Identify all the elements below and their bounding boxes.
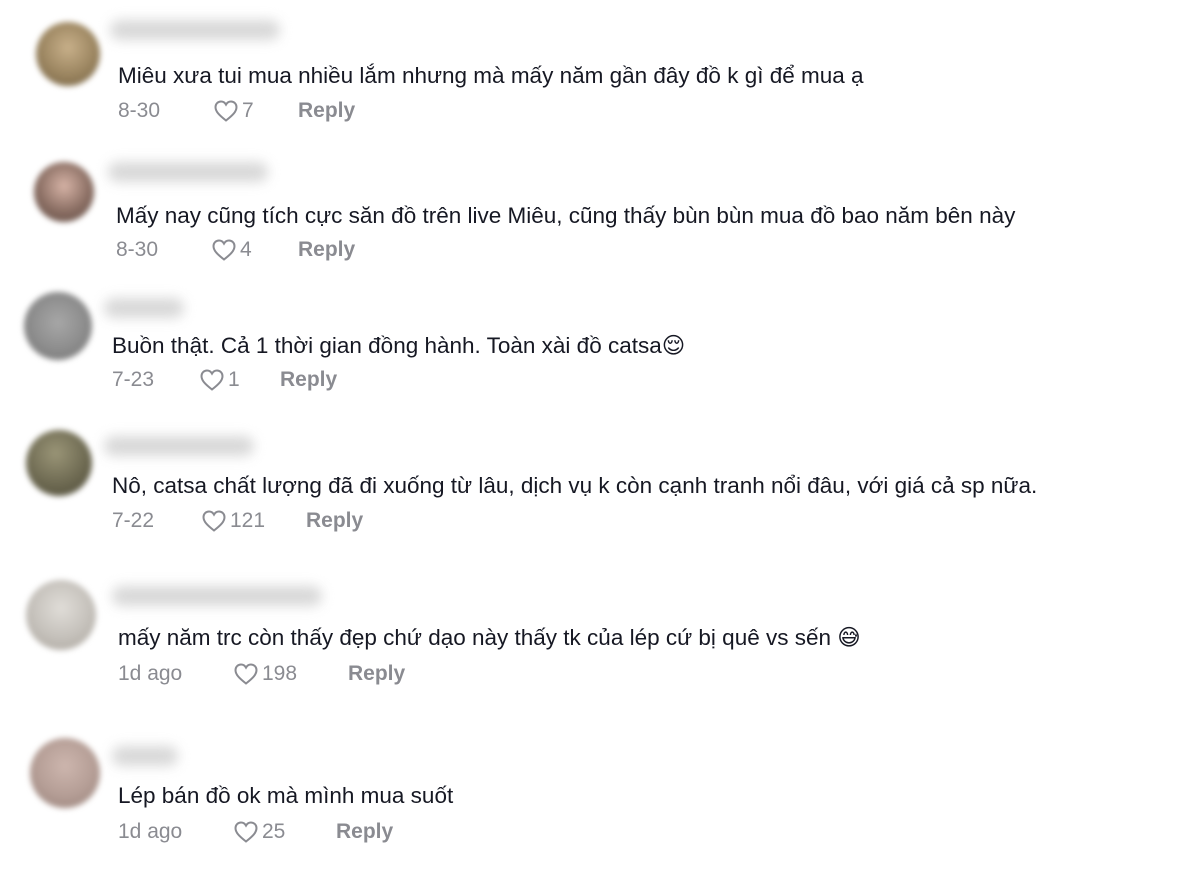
comment-item: Mấy nay cũng tích cực săn đồ trên live M… bbox=[0, 140, 1200, 280]
comment-date: 8-30 bbox=[118, 99, 161, 122]
avatar[interactable] bbox=[36, 22, 100, 86]
heart-outline-icon bbox=[202, 510, 226, 532]
heart-outline-icon bbox=[234, 663, 258, 685]
comment-date: 1d ago bbox=[118, 662, 183, 685]
comment-text-body: mấy năm trc còn thấy đẹp chứ dạo này thấ… bbox=[118, 625, 832, 650]
relieved-face-emoji: 😌 bbox=[661, 333, 686, 359]
heart-outline-icon bbox=[200, 369, 224, 391]
like-button[interactable]: 4 bbox=[212, 237, 298, 263]
comment-text: Lép bán đồ ok mà mình mua suốt bbox=[118, 783, 454, 808]
avatar[interactable] bbox=[34, 162, 94, 222]
comment-date: 7-22 bbox=[112, 509, 155, 532]
username-blurred[interactable] bbox=[112, 586, 322, 606]
comment-date: 7-23 bbox=[112, 368, 155, 391]
like-count: 121 bbox=[230, 509, 266, 532]
comment-item: mấy năm trc còn thấy đẹp chứ dạo này thấ… bbox=[0, 560, 1200, 720]
avatar[interactable] bbox=[24, 292, 92, 360]
avatar[interactable] bbox=[26, 580, 96, 650]
comment-item: Buồn thật. Cả 1 thời gian đồng hành. Toà… bbox=[0, 280, 1200, 420]
like-count: 25 bbox=[262, 820, 286, 843]
reply-button[interactable]: Reply bbox=[298, 98, 355, 124]
like-button[interactable]: 1 bbox=[200, 367, 280, 393]
comment-text: mấy năm trc còn thấy đẹp chứ dạo này thấ… bbox=[118, 624, 861, 652]
reply-button[interactable]: Reply bbox=[348, 661, 405, 687]
reply-button[interactable]: Reply bbox=[280, 367, 337, 393]
comment-meta: 1d ago 25 Reply bbox=[118, 819, 393, 845]
heart-outline-icon bbox=[234, 821, 258, 843]
like-count: 7 bbox=[242, 99, 254, 122]
avatar[interactable] bbox=[30, 738, 100, 808]
like-button[interactable]: 25 bbox=[234, 819, 336, 845]
username-blurred[interactable] bbox=[110, 20, 280, 40]
like-button[interactable]: 7 bbox=[214, 98, 298, 124]
reply-button[interactable]: Reply bbox=[298, 237, 355, 263]
username-blurred[interactable] bbox=[104, 436, 254, 456]
comment-meta: 7-22 121 Reply bbox=[112, 508, 363, 534]
like-button[interactable]: 198 bbox=[234, 661, 348, 687]
comment-text: Nô, catsa chất lượng đã đi xuống từ lâu,… bbox=[112, 473, 1038, 498]
comment-meta: 7-23 1 Reply bbox=[112, 367, 337, 393]
comment-meta: 8-30 4 Reply bbox=[116, 237, 355, 263]
heart-outline-icon bbox=[212, 239, 236, 261]
avatar[interactable] bbox=[26, 430, 92, 496]
like-button[interactable]: 121 bbox=[202, 508, 306, 534]
comment-text: Buồn thật. Cả 1 thời gian đồng hành. Toà… bbox=[112, 332, 685, 360]
comment-item: Miêu xưa tui mua nhiều lắm nhưng mà mấy … bbox=[0, 0, 1200, 140]
like-count: 4 bbox=[240, 238, 252, 261]
comment-text: Mấy nay cũng tích cực săn đồ trên live M… bbox=[116, 203, 1016, 228]
comment-text-body: Buồn thật. Cả 1 thời gian đồng hành. Toà… bbox=[112, 333, 662, 358]
like-count: 1 bbox=[228, 368, 240, 391]
username-blurred[interactable] bbox=[112, 746, 178, 766]
heart-outline-icon bbox=[214, 100, 238, 122]
username-blurred[interactable] bbox=[104, 298, 184, 318]
comment-text: Miêu xưa tui mua nhiều lắm nhưng mà mấy … bbox=[118, 63, 864, 88]
reply-button[interactable]: Reply bbox=[306, 508, 363, 534]
comment-item: Lép bán đồ ok mà mình mua suốt 1d ago 25… bbox=[0, 720, 1200, 879]
like-count: 198 bbox=[262, 662, 298, 685]
comment-meta: 8-30 7 Reply bbox=[118, 98, 355, 124]
comment-date: 8-30 bbox=[116, 238, 159, 261]
username-blurred[interactable] bbox=[108, 162, 268, 182]
comment-meta: 1d ago 198 Reply bbox=[118, 661, 405, 687]
reply-button[interactable]: Reply bbox=[336, 819, 393, 845]
grinning-sweat-emoji: 😅 bbox=[837, 625, 861, 651]
comment-item: Nô, catsa chất lượng đã đi xuống từ lâu,… bbox=[0, 420, 1200, 560]
comment-date: 1d ago bbox=[118, 820, 183, 843]
